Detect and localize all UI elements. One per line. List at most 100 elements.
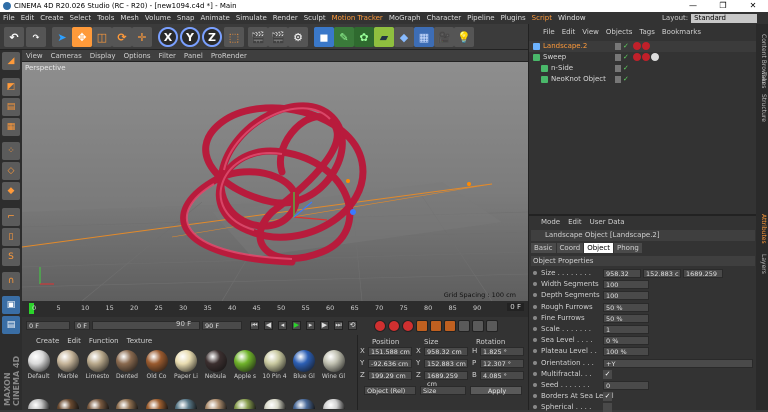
- material-swatch[interactable]: Marble: [55, 350, 82, 380]
- x-axis-lock-icon[interactable]: X: [158, 27, 178, 47]
- texture-mode-icon[interactable]: ▤: [2, 98, 20, 116]
- coords-apply-button[interactable]: Apply: [470, 386, 522, 395]
- autokey-icon[interactable]: [388, 320, 400, 332]
- next-key-icon[interactable]: ▶: [320, 321, 329, 330]
- material-swatch[interactable]: [291, 399, 318, 409]
- material-swatch[interactable]: [84, 399, 111, 409]
- subdivision-icon[interactable]: ✿: [354, 27, 374, 47]
- cube-icon[interactable]: ◼: [314, 27, 334, 47]
- visibility-toggle-icon[interactable]: [615, 43, 621, 50]
- object-tag-icon[interactable]: [651, 53, 659, 61]
- prev-frame-icon[interactable]: ◂: [278, 321, 287, 330]
- object-tag-icon[interactable]: [633, 42, 641, 50]
- pen-icon[interactable]: ✎: [334, 27, 354, 47]
- menu-item-script[interactable]: Script: [529, 12, 555, 24]
- property-value-field[interactable]: 100 %: [603, 347, 649, 357]
- menu-item-mesh[interactable]: Mesh: [117, 12, 141, 24]
- property-anim-dot[interactable]: [533, 383, 537, 387]
- attribute-tab-phong[interactable]: Phong: [614, 243, 642, 253]
- side-tab-structure[interactable]: Structure: [757, 94, 767, 122]
- material-swatch[interactable]: 10 Pin 4: [261, 350, 288, 380]
- property-anim-dot[interactable]: [533, 405, 537, 410]
- viewport-menu-prorender[interactable]: ProRender: [207, 50, 251, 62]
- menu-item-create[interactable]: Create: [37, 12, 66, 24]
- workplane-mode-icon[interactable]: ▦: [2, 118, 20, 136]
- property-checkbox[interactable]: ✓: [603, 392, 612, 402]
- property-anim-dot[interactable]: [533, 371, 537, 376]
- make-editable-icon[interactable]: ◢: [2, 52, 20, 70]
- enabled-check-icon[interactable]: ✓: [623, 52, 629, 63]
- property-anim-dot[interactable]: [533, 360, 537, 365]
- light-icon[interactable]: 💡: [454, 27, 474, 47]
- coord-size-field[interactable]: 1689.259 cm: [424, 371, 468, 388]
- render-settings-icon[interactable]: ⚙: [288, 27, 308, 47]
- material-swatch[interactable]: Old Co: [143, 350, 170, 380]
- enabled-check-icon[interactable]: ✓: [623, 41, 629, 52]
- material-swatch[interactable]: [232, 399, 259, 409]
- go-to-end-icon[interactable]: ⏭: [334, 321, 343, 330]
- model-mode-icon[interactable]: ◩: [2, 78, 20, 96]
- enabled-check-icon[interactable]: ✓: [623, 74, 629, 85]
- visibility-toggle-icon[interactable]: [615, 76, 621, 83]
- points-mode-icon[interactable]: ⁘: [2, 142, 20, 160]
- coords-size-dropdown[interactable]: Size: [420, 386, 466, 395]
- viewport-menu-panel[interactable]: Panel: [180, 50, 207, 62]
- property-checkbox[interactable]: [603, 403, 612, 412]
- viewport-menu-filter[interactable]: Filter: [155, 50, 180, 62]
- object-row[interactable]: Landscape.2 ✓: [529, 41, 757, 52]
- menu-item-mograph[interactable]: MoGraph: [386, 12, 424, 24]
- material-swatch[interactable]: [202, 399, 229, 409]
- material-swatch[interactable]: [55, 399, 82, 409]
- material-swatch[interactable]: [320, 399, 347, 409]
- start-frame-field[interactable]: 0 F: [26, 321, 70, 330]
- coord-rotation-field[interactable]: 12.307 °: [480, 359, 524, 368]
- viewport-menu-view[interactable]: View: [22, 50, 47, 62]
- scale-key-icon[interactable]: [430, 320, 442, 332]
- menu-item-select[interactable]: Select: [67, 12, 95, 24]
- property-value-field[interactable]: +Y: [603, 358, 753, 368]
- object-menu-objects[interactable]: Objects: [606, 28, 632, 36]
- end-frame-field[interactable]: 90 F: [202, 321, 242, 330]
- material-menu-function[interactable]: Function: [89, 337, 119, 345]
- object-name[interactable]: n-Side: [551, 63, 573, 74]
- rotate-icon[interactable]: ⟳: [112, 27, 132, 47]
- object-name[interactable]: NeoKnot Object: [551, 74, 606, 85]
- property-checkbox[interactable]: ✓: [603, 369, 612, 379]
- landscape-handle[interactable]: [467, 182, 471, 186]
- timeline-icon[interactable]: [486, 320, 498, 332]
- object-menu-bookmarks[interactable]: Bookmarks: [662, 28, 701, 36]
- snap-icon[interactable]: S: [2, 248, 20, 266]
- object-row[interactable]: NeoKnot Object ✓: [529, 74, 757, 85]
- play-icon[interactable]: ▶: [292, 321, 301, 330]
- prev-key-icon[interactable]: ◀: [264, 321, 273, 330]
- menu-item-sculpt[interactable]: Sculpt: [301, 12, 329, 24]
- scale-icon[interactable]: ◫: [92, 27, 112, 47]
- property-anim-dot[interactable]: [533, 293, 537, 298]
- property-value-field[interactable]: 0: [603, 381, 649, 390]
- menu-item-simulate[interactable]: Simulate: [233, 12, 270, 24]
- property-value-field[interactable]: 50 %: [603, 302, 649, 312]
- material-swatch[interactable]: [114, 399, 141, 409]
- property-value-field[interactable]: 958.32 cm: [603, 269, 641, 286]
- current-frame-field[interactable]: 0 F: [74, 321, 90, 330]
- move-icon[interactable]: ✥: [72, 27, 92, 47]
- menu-item-render[interactable]: Render: [270, 12, 301, 24]
- record-icon[interactable]: [374, 320, 386, 332]
- property-anim-dot[interactable]: [533, 338, 537, 343]
- coord-position-field[interactable]: -92.636 cm: [368, 359, 412, 368]
- material-swatch[interactable]: Wine Gl: [320, 350, 347, 380]
- menu-item-animate[interactable]: Animate: [198, 12, 233, 24]
- material-swatch[interactable]: [25, 399, 52, 409]
- object-menu-tags[interactable]: Tags: [639, 28, 655, 36]
- next-frame-icon[interactable]: ▸: [306, 321, 315, 330]
- object-row[interactable]: n-Side ✓: [529, 63, 757, 74]
- material-swatch[interactable]: Apple s: [232, 350, 259, 380]
- property-value-field[interactable]: 50 %: [603, 313, 649, 323]
- enabled-check-icon[interactable]: ✓: [623, 63, 629, 74]
- viewport-menu-display[interactable]: Display: [86, 50, 120, 62]
- render-view-icon[interactable]: 🎬: [248, 27, 268, 47]
- property-anim-dot[interactable]: [533, 282, 537, 287]
- object-row[interactable]: Sweep ✓: [529, 52, 757, 63]
- z-axis-lock-icon[interactable]: Z: [202, 27, 222, 47]
- array-icon[interactable]: ▰: [374, 27, 394, 47]
